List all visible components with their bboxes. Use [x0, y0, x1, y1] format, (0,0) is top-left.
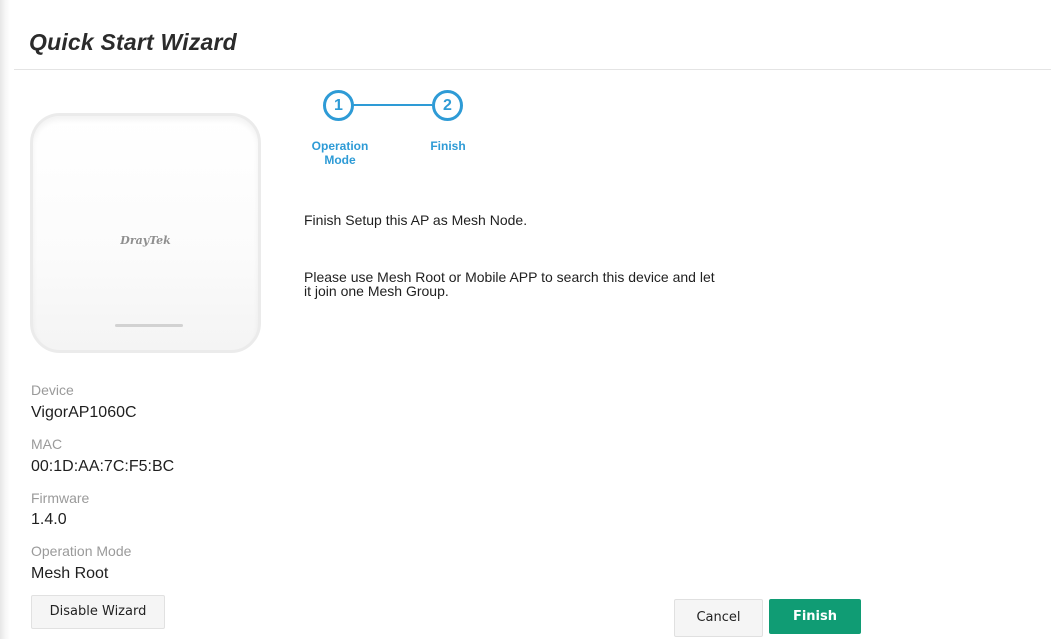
finish-button[interactable]: Finish [769, 599, 861, 634]
step-2-label-line1: Finish [430, 139, 466, 153]
instruction-text: Please use Mesh Root or Mobile APP to se… [304, 269, 715, 299]
step-1-label-line2: Mode [324, 153, 356, 167]
page-title: Quick Start Wizard [29, 29, 237, 55]
finish-message: Finish Setup this AP as Mesh Node. [304, 212, 528, 228]
step-2-label: Finish [417, 139, 479, 153]
disable-wizard-button[interactable]: Disable Wizard [31, 595, 165, 629]
firmware-label: Firmware [31, 490, 90, 506]
device-image: DrayTek [30, 113, 261, 353]
device-brand-logo: DrayTek [120, 234, 171, 247]
operation-mode-value: Mesh Root [31, 565, 109, 582]
quick-start-wizard-page: Quick Start Wizard DrayTek Device VigorA… [0, 0, 1051, 639]
step-1-icon: 1 [323, 90, 354, 121]
step-connector-line [353, 104, 432, 106]
operation-mode-label: Operation Mode [31, 543, 132, 559]
device-value: VigorAP1060C [31, 404, 137, 421]
device-led-bar [115, 324, 183, 327]
device-label: Device [31, 382, 74, 398]
title-divider [14, 69, 1051, 70]
firmware-value: 1.4.0 [31, 511, 67, 528]
step-1-label-line1: Operation [311, 139, 369, 153]
mac-label: MAC [31, 436, 63, 452]
mac-value: 00:1D:AA:7C:F5:BC [31, 458, 175, 475]
left-edge-shadow [0, 0, 10, 639]
step-2-icon: 2 [432, 90, 463, 121]
step-1-label: Operation Mode [298, 139, 382, 167]
cancel-button[interactable]: Cancel [674, 599, 763, 637]
